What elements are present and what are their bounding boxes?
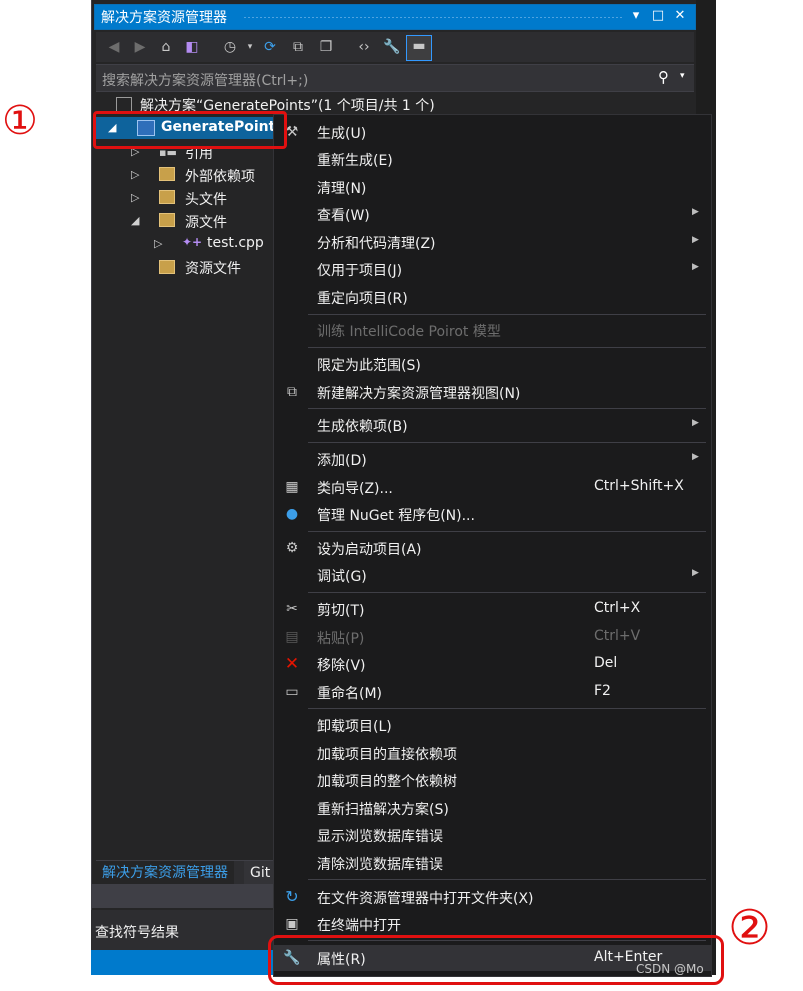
panel-toolbar: ◀ ▶ ⌂ ◧ ◷ ▾ ⟳ ⧉ ❐ ‹› 🔧 ▬ (96, 32, 694, 62)
open-folder-arrow-icon: ↻ (285, 887, 299, 906)
menu-item-remove[interactable]: ✕ 移除(V) Del (274, 651, 711, 677)
window-position-dropdown-icon[interactable]: ▾ (627, 7, 645, 25)
tree-item-label[interactable]: 外部依赖项 (185, 166, 255, 186)
panel-title-bar[interactable]: 解决方案资源管理器 ▾ □ ✕ (94, 4, 696, 30)
menu-item-clear-db-errors[interactable]: 清除浏览数据库错误 (274, 850, 711, 876)
annotation-number-one: ① (2, 98, 38, 144)
menu-item-nuget[interactable]: ● 管理 NuGet 程序包(N)... (274, 501, 711, 527)
menu-item-clean[interactable]: 清理(N) (274, 174, 711, 200)
menu-item-rebuild[interactable]: 重新生成(E) (274, 146, 711, 172)
menu-item-paste[interactable]: ▤ 粘贴(P) Ctrl+V (274, 624, 711, 650)
submenu-arrow-icon: ▶ (692, 568, 699, 578)
tree-item-label[interactable]: test.cpp (207, 235, 264, 251)
pending-changes-icon[interactable]: ◷ (220, 37, 240, 57)
gear-icon: ⚙ (285, 540, 299, 556)
menu-separator (308, 592, 706, 593)
submenu-arrow-icon: ▶ (692, 207, 699, 217)
panel-title: 解决方案资源管理器 (101, 10, 227, 26)
tree-collapse-arrow-icon[interactable]: ▷ (131, 191, 139, 204)
switch-view-icon[interactable]: ◧ (182, 37, 202, 57)
menu-item-debug[interactable]: 调试(G) ▶ (274, 562, 711, 588)
menu-item-build-deps[interactable]: 生成依赖项(B) ▶ (274, 412, 711, 438)
class-wizard-icon: ▦ (285, 479, 299, 495)
tree-item-label[interactable]: 资源文件 (185, 258, 241, 278)
menu-item-load-dep-tree[interactable]: 加载项目的整个依赖树 (274, 767, 711, 793)
collapse-all-icon[interactable]: ⧉ (288, 37, 308, 57)
maximize-icon[interactable]: □ (649, 7, 667, 25)
annotation-box-project (93, 111, 287, 149)
annotation-box-properties (268, 935, 724, 985)
rename-icon: ▭ (285, 684, 299, 700)
terminal-icon: ▣ (285, 916, 299, 932)
menu-item-load-direct-deps[interactable]: 加载项目的直接依赖项 (274, 740, 711, 766)
menu-separator (308, 708, 706, 709)
filter-folder-icon (159, 260, 175, 274)
submenu-arrow-icon: ▶ (692, 452, 699, 462)
forward-icon[interactable]: ▶ (130, 37, 150, 57)
menu-item-view[interactable]: 查看(W) ▶ (274, 201, 711, 227)
menu-separator (308, 879, 706, 880)
home-icon[interactable]: ⌂ (156, 37, 176, 57)
submenu-arrow-icon: ▶ (692, 418, 699, 428)
menu-item-cut[interactable]: ✂ 剪切(T) Ctrl+X (274, 596, 711, 622)
menu-separator (308, 314, 706, 315)
chevron-down-icon[interactable]: ▾ (240, 37, 260, 57)
menu-item-open-terminal[interactable]: ▣ 在终端中打开 (274, 911, 711, 937)
preview-selected-icon[interactable]: ▬ (406, 35, 432, 61)
menu-item-build[interactable]: ⚒ 生成(U) (274, 119, 711, 145)
tree-collapse-arrow-icon[interactable]: ▷ (131, 168, 139, 181)
menu-item-unload[interactable]: 卸载项目(L) (274, 712, 711, 738)
show-all-files-icon[interactable]: ❐ (316, 37, 336, 57)
sync-icon[interactable]: ⟳ (260, 37, 280, 57)
menu-separator (308, 442, 706, 443)
back-icon[interactable]: ◀ (104, 37, 124, 57)
paste-icon: ▤ (285, 629, 299, 645)
search-options-chevron-icon[interactable]: ▾ (680, 71, 685, 81)
menu-item-retarget[interactable]: 重定向项目(R) (274, 284, 711, 310)
menu-separator (308, 408, 706, 409)
nuget-icon: ● (285, 506, 299, 522)
menu-separator (308, 347, 706, 348)
menu-item-new-view[interactable]: ⧉ 新建解决方案资源管理器视图(N) (274, 379, 711, 405)
menu-item-show-db-errors[interactable]: 显示浏览数据库错误 (274, 822, 711, 848)
search-box[interactable]: 搜索解决方案资源管理器(Ctrl+;) ⚲ ▾ (96, 64, 694, 92)
tab-git[interactable]: Git (244, 861, 277, 885)
watermark: CSDN @Mo (636, 962, 704, 976)
tree-item-label[interactable]: 头文件 (185, 189, 227, 209)
menu-item-add[interactable]: 添加(D) ▶ (274, 446, 711, 472)
menu-item-intellicode[interactable]: 训练 IntelliCode Poirot 模型 (274, 317, 711, 343)
new-view-icon: ⧉ (287, 384, 297, 400)
submenu-arrow-icon: ▶ (692, 235, 699, 245)
menu-item-class-wizard[interactable]: ▦ 类向导(Z)... Ctrl+Shift+X (274, 474, 711, 500)
tree-collapse-arrow-icon[interactable]: ▷ (154, 237, 162, 250)
search-icon[interactable]: ⚲ (658, 68, 669, 86)
close-icon[interactable]: ✕ (671, 7, 689, 25)
menu-item-project-only[interactable]: 仅用于项目(J) ▶ (274, 256, 711, 282)
menu-item-open-folder[interactable]: ↻ 在文件资源管理器中打开文件夹(X) (274, 884, 711, 910)
find-symbol-title[interactable]: 查找符号结果 (95, 922, 179, 942)
code-icon[interactable]: ‹› (354, 37, 374, 57)
title-grip[interactable] (243, 16, 623, 19)
search-input[interactable]: 搜索解决方案资源管理器(Ctrl+;) (102, 70, 308, 90)
menu-item-set-startup[interactable]: ⚙ 设为启动项目(A) (274, 535, 711, 561)
menu-item-analyze[interactable]: 分析和代码清理(Z) ▶ (274, 229, 711, 255)
properties-wrench-icon[interactable]: 🔧 (382, 37, 402, 57)
annotation-number-two: ② (728, 900, 772, 956)
cpp-file-icon: ✦+ (182, 235, 203, 249)
remove-x-icon: ✕ (284, 654, 300, 674)
filter-folder-icon (159, 190, 175, 204)
menu-separator (308, 531, 706, 532)
menu-item-rescan[interactable]: 重新扫描解决方案(S) (274, 795, 711, 821)
menu-item-scope-to-this[interactable]: 限定为此范围(S) (274, 351, 711, 377)
menu-item-rename[interactable]: ▭ 重命名(M) F2 (274, 679, 711, 705)
submenu-arrow-icon: ▶ (692, 262, 699, 272)
context-menu: ⚒ 生成(U) 重新生成(E) 清理(N) 查看(W) ▶ 分析和代码清理(Z)… (273, 114, 712, 977)
filter-folder-icon (159, 213, 175, 227)
tree-item-label[interactable]: 源文件 (185, 212, 227, 232)
scissors-icon: ✂ (286, 601, 298, 617)
tree-expand-arrow-icon[interactable]: ◢ (131, 214, 139, 227)
tab-solution-explorer[interactable]: 解决方案资源管理器 (96, 861, 234, 885)
external-deps-folder-icon (159, 167, 175, 181)
